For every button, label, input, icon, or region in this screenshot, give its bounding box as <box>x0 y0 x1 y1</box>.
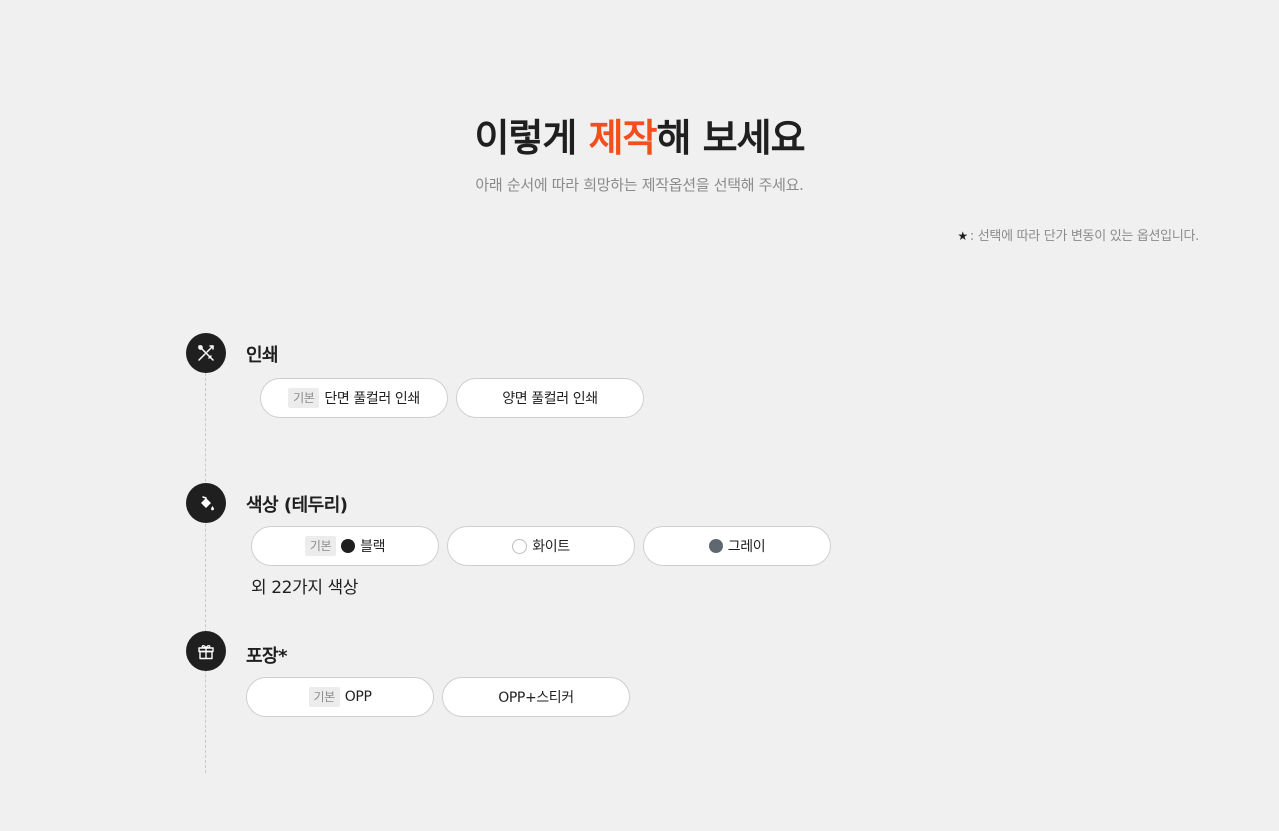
title-prefix: 이렇게 <box>474 116 589 160</box>
black-swatch-icon <box>341 539 356 553</box>
paint-bucket-icon <box>186 483 226 523</box>
option-color-black[interactable]: 기본 블랙 <box>251 526 439 566</box>
white-swatch-icon <box>512 538 528 554</box>
option-packaging-opp[interactable]: 기본 OPP <box>246 677 434 717</box>
option-label: 단면 풀컬러 인쇄 <box>324 391 420 407</box>
gray-swatch-icon <box>708 539 723 553</box>
timeline-line <box>205 373 206 773</box>
step-title-color: 색상 (테두리) <box>246 495 348 516</box>
default-badge: 기본 <box>288 388 320 408</box>
default-badge: 기본 <box>304 536 337 556</box>
option-label: OPP+스티커 <box>498 690 574 706</box>
option-label: 양면 풀컬러 인쇄 <box>502 391 598 407</box>
page-title: 이렇게 제작해 보세요 <box>0 114 1279 162</box>
option-color-white[interactable]: 화이트 <box>447 526 635 566</box>
option-label: 블랙 <box>360 539 386 555</box>
page-header: 이렇게 제작해 보세요 아래 순서에 따라 희망하는 제작옵션을 선택해 주세요… <box>0 114 1279 195</box>
option-label: OPP <box>344 689 372 705</box>
star-icon: ★ <box>957 229 968 243</box>
default-badge: 기본 <box>308 687 340 707</box>
option-label: 화이트 <box>532 539 570 555</box>
option-label: 그레이 <box>727 539 766 555</box>
title-accent: 제작 <box>588 116 658 160</box>
gift-icon <box>186 631 226 671</box>
option-double-side-print[interactable]: 양면 풀컬러 인쇄 <box>456 378 644 418</box>
page-subtitle: 아래 순서에 따라 희망하는 제작옵션을 선택해 주세요. <box>475 176 804 194</box>
price-note: ★: 선택에 따라 단가 변동이 있는 옵션입니다. <box>957 225 1199 244</box>
option-packaging-opp-sticker[interactable]: OPP+스티커 <box>442 677 630 717</box>
title-suffix: 해 보세요 <box>656 116 805 160</box>
step-title-packaging: 포장* <box>246 646 288 667</box>
price-note-text: : 선택에 따라 단가 변동이 있는 옵션입니다. <box>969 229 1199 244</box>
option-single-side-print[interactable]: 기본 단면 풀컬러 인쇄 <box>260 378 448 418</box>
option-color-gray[interactable]: 그레이 <box>643 526 831 566</box>
scissors-pencil-icon <box>186 333 226 373</box>
step-title-print: 인쇄 <box>246 345 279 366</box>
more-colors-link[interactable]: 외 22가지 색상 <box>251 573 358 598</box>
